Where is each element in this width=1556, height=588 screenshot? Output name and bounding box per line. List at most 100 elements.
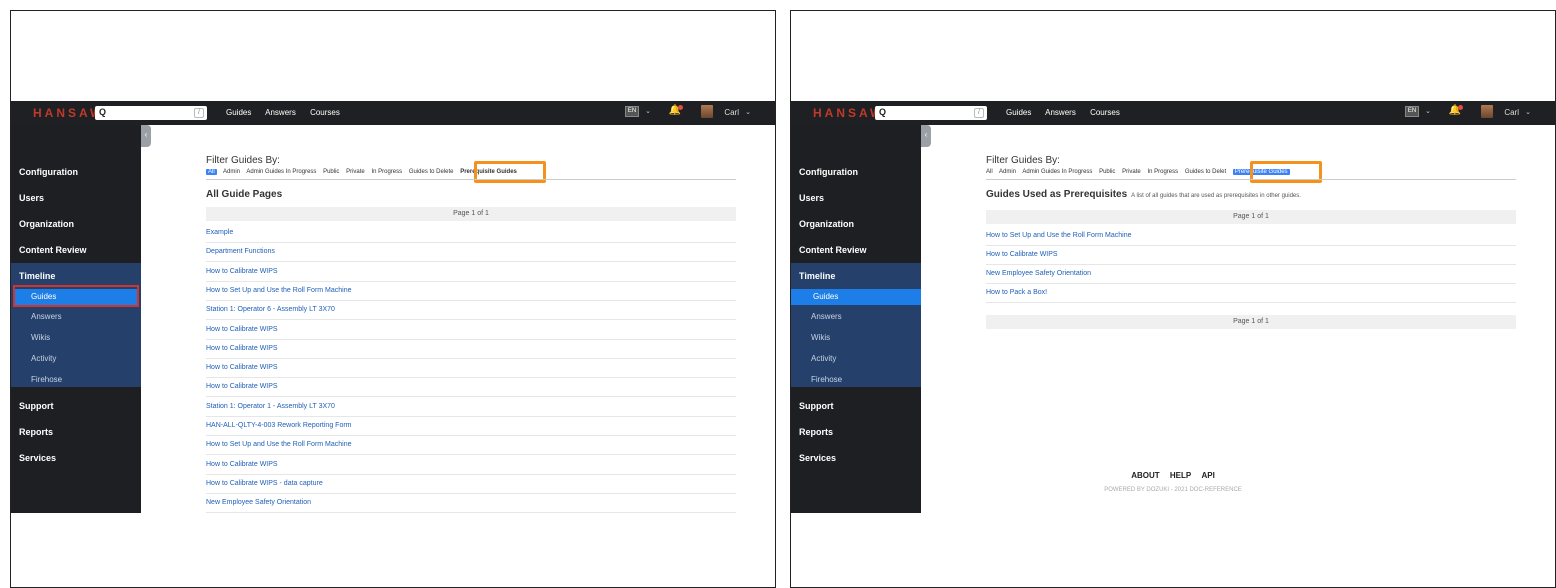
chevron-down-icon: ⌄ — [1425, 108, 1431, 115]
list-item[interactable]: How to Calibrate WIPS — [206, 321, 736, 340]
list-item[interactable]: Station 1: Operator 6 - Assembly LT 3X70 — [206, 301, 736, 321]
logo[interactable]: HANSAW — [33, 106, 104, 120]
pagination[interactable]: Page 1 of 1 — [986, 210, 1516, 224]
pagination[interactable]: Page 1 of 1 — [206, 207, 736, 221]
search-icon: Q — [99, 107, 107, 117]
list-item[interactable]: HAN-ALL-QLTY-4-003 Rework Reporting Form — [206, 417, 736, 436]
user-name[interactable]: Carl — [724, 108, 739, 117]
nav-guides[interactable]: Guides — [1006, 108, 1031, 117]
list-item[interactable]: How to Calibrate WIPS — [206, 378, 736, 398]
list-item[interactable]: How to Calibrate WIPS - data capture — [206, 475, 736, 494]
user-name[interactable]: Carl — [1504, 108, 1519, 117]
filter-title: Filter Guides By: — [986, 155, 1060, 166]
list-item[interactable]: How to Set Up and Use the Roll Form Mach… — [206, 282, 736, 301]
sidebar-item-firehose[interactable]: Firehose — [811, 375, 842, 384]
list-item[interactable]: How to Calibrate WIPS — [206, 263, 736, 282]
list-item[interactable]: How to Calibrate WIPS — [206, 340, 736, 359]
sidebar-item-activity[interactable]: Activity — [811, 354, 836, 363]
filter-public[interactable]: Public — [1099, 169, 1115, 175]
nav-courses[interactable]: Courses — [1090, 108, 1120, 117]
filter-private[interactable]: Private — [1122, 169, 1141, 175]
filter-title: Filter Guides By: — [206, 155, 280, 166]
section-title: All Guide Pages — [206, 189, 283, 200]
filter-guides-to-delete[interactable]: Guides to Delete — [409, 169, 454, 175]
sidebar-item-firehose[interactable]: Firehose — [31, 375, 62, 384]
footer-help[interactable]: HELP — [1170, 471, 1191, 480]
sidebar-item-guides[interactable]: Guides — [791, 289, 921, 305]
list-item[interactable]: New Employee Safety Orientation — [986, 265, 1516, 284]
sidebar-item-reports[interactable]: Reports — [19, 427, 53, 437]
sidebar-item-services[interactable]: Services — [19, 453, 56, 463]
sidebar-item-services[interactable]: Services — [799, 453, 836, 463]
language-selector[interactable]: EN — [625, 106, 639, 117]
search-shortcut-hint: / — [974, 108, 984, 118]
chevron-down-icon: ⌄ — [645, 108, 651, 115]
sidebar-item-content-review[interactable]: Content Review — [19, 245, 87, 255]
section-title: Guides Used as Prerequisites A list of al… — [986, 189, 1301, 200]
filter-all[interactable]: All — [986, 169, 993, 175]
divider — [206, 179, 736, 180]
sidebar-item-wikis[interactable]: Wikis — [811, 333, 830, 342]
list-item[interactable]: Department Functions — [206, 243, 736, 263]
nav-answers[interactable]: Answers — [1045, 108, 1076, 117]
list-item[interactable]: Example — [206, 224, 736, 243]
header-tools: EN ⌄ 🔔 Carl ⌄ — [1341, 105, 1541, 120]
app-window: HANSAW Q / Guides Answers Courses EN ⌄ 🔔… — [11, 101, 775, 513]
footer-api[interactable]: API — [1201, 471, 1214, 480]
list-item[interactable]: How to Calibrate WIPS — [206, 456, 736, 475]
list-item[interactable]: How to Set Up and Use the Roll Form Mach… — [986, 227, 1516, 246]
nav-courses[interactable]: Courses — [310, 108, 340, 117]
filter-in-progress[interactable]: In Progress — [1147, 169, 1178, 175]
filter-admin[interactable]: Admin — [999, 169, 1016, 175]
filter-private[interactable]: Private — [346, 169, 365, 175]
sidebar-item-content-review[interactable]: Content Review — [799, 245, 867, 255]
filter-admin[interactable]: Admin — [223, 169, 240, 175]
top-bar: HANSAW Q / Guides Answers Courses EN ⌄ 🔔… — [791, 101, 1555, 125]
filter-guides-to-delete[interactable]: Guides to Delet — [1185, 169, 1226, 175]
nav-guides[interactable]: Guides — [226, 108, 251, 117]
chevron-left-icon[interactable]: ‹ — [921, 125, 931, 147]
pagination-bottom[interactable]: Page 1 of 1 — [986, 315, 1516, 329]
sidebar-item-reports[interactable]: Reports — [799, 427, 833, 437]
sidebar-item-support[interactable]: Support — [799, 401, 834, 411]
list-item[interactable]: How to Set Up and Use the Roll Form Mach… — [206, 436, 736, 456]
language-selector[interactable]: EN — [1405, 106, 1419, 117]
sidebar-item-answers[interactable]: Answers — [31, 312, 62, 321]
list-item[interactable]: How to Pack a Box! — [986, 284, 1516, 303]
footer-powered-by[interactable]: POWERED BY DOZUKI - 2021 DOC-REFERENCE — [791, 487, 1555, 493]
sidebar-item-activity[interactable]: Activity — [31, 354, 56, 363]
filter-admin-in-progress[interactable]: Admin Guides In Progress — [1022, 169, 1092, 175]
list-item[interactable]: How to Calibrate WIPS — [986, 246, 1516, 265]
top-bar: HANSAW Q / Guides Answers Courses EN ⌄ 🔔… — [11, 101, 775, 125]
search-input[interactable]: Q / — [95, 106, 207, 120]
sidebar-item-answers[interactable]: Answers — [811, 312, 842, 321]
filter-all[interactable]: All — [206, 169, 217, 175]
list-item[interactable]: Station 1: Operator 1 - Assembly LT 3X70 — [206, 398, 736, 417]
chevron-down-icon: ⌄ — [1525, 109, 1531, 116]
sidebar-item-wikis[interactable]: Wikis — [31, 333, 50, 342]
main-nav: Guides Answers Courses — [1006, 108, 1132, 117]
list-item[interactable]: How to Calibrate WIPS — [206, 359, 736, 379]
sidebar-item-organization[interactable]: Organization — [799, 219, 854, 229]
filter-public[interactable]: Public — [323, 169, 339, 175]
footer-about[interactable]: ABOUT — [1131, 471, 1159, 480]
search-input[interactable]: Q / — [875, 106, 987, 120]
screenshot-panel-left: HANSAW Q / Guides Answers Courses EN ⌄ 🔔… — [10, 10, 776, 588]
filter-admin-in-progress[interactable]: Admin Guides In Progress — [246, 169, 316, 175]
nav-answers[interactable]: Answers — [265, 108, 296, 117]
sidebar-item-users[interactable]: Users — [19, 193, 44, 203]
chevron-left-icon[interactable]: ‹ — [141, 125, 151, 147]
avatar[interactable] — [1481, 105, 1493, 118]
sidebar-item-support[interactable]: Support — [19, 401, 54, 411]
sidebar-item-timeline[interactable]: Timeline — [799, 271, 835, 281]
logo[interactable]: HANSAW — [813, 106, 884, 120]
avatar[interactable] — [701, 105, 713, 118]
sidebar-item-configuration[interactable]: Configuration — [799, 167, 858, 177]
filter-in-progress[interactable]: In Progress — [371, 169, 402, 175]
sidebar-item-timeline[interactable]: Timeline — [19, 271, 55, 281]
footer-links: ABOUT HELP API — [791, 471, 1555, 480]
sidebar-item-configuration[interactable]: Configuration — [19, 167, 78, 177]
list-item[interactable]: New Employee Safety Orientation — [206, 494, 736, 513]
sidebar-item-users[interactable]: Users — [799, 193, 824, 203]
sidebar-item-organization[interactable]: Organization — [19, 219, 74, 229]
